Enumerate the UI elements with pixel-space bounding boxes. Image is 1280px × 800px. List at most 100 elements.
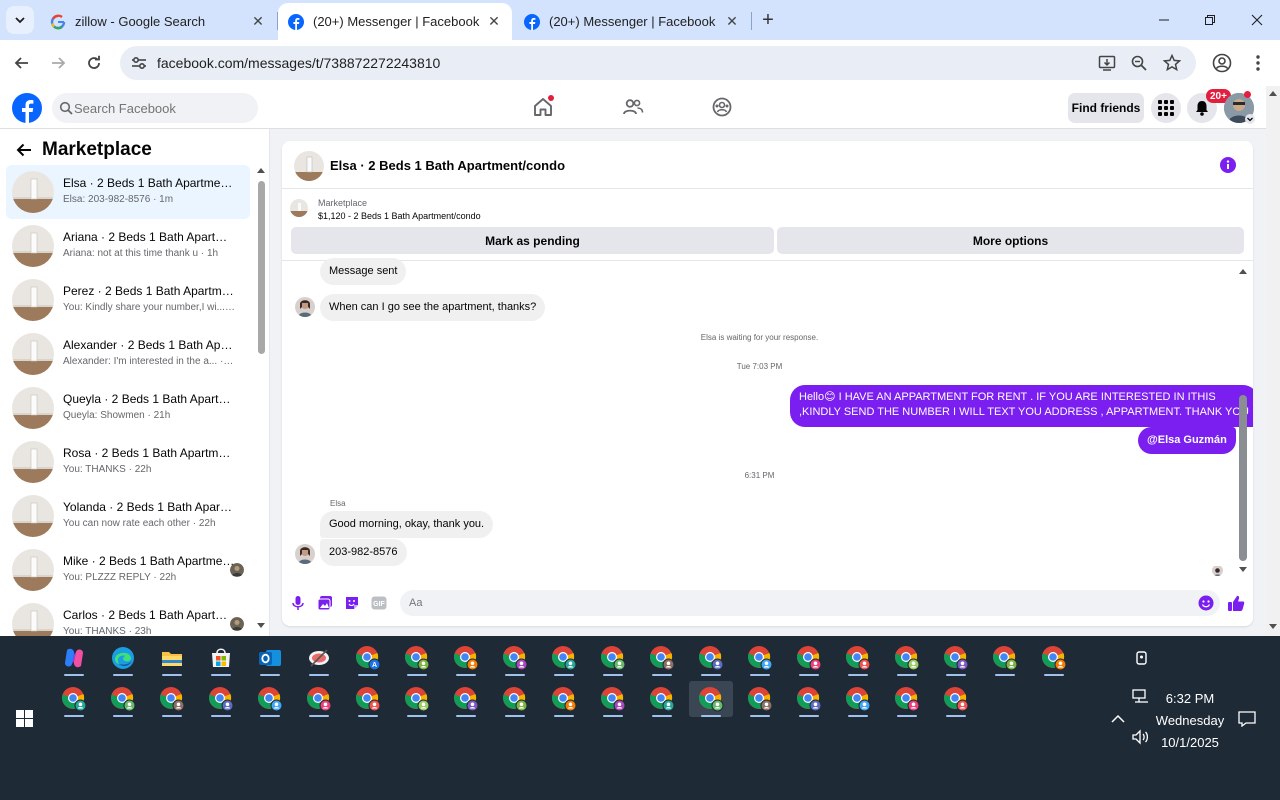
taskbar-app-button[interactable] (640, 640, 684, 676)
friends-nav[interactable] (621, 95, 645, 119)
scroll-up-icon[interactable] (1269, 90, 1277, 96)
address-bar[interactable]: facebook.com/messages/t/738872272243810 (120, 46, 1196, 80)
scroll-down-icon[interactable] (1239, 567, 1247, 573)
conversation-item[interactable]: Elsa · 2 Beds 1 Bath Apartment/condo Elsa… (6, 165, 250, 219)
forward-button[interactable] (44, 49, 72, 77)
conversation-item[interactable]: Queyla · 2 Beds 1 Bath Apartment/condo Qu… (6, 381, 250, 435)
close-tab-icon[interactable]: ✕ (486, 13, 502, 30)
gif-button[interactable]: GIF (369, 593, 389, 613)
conversation-item[interactable]: Perez · 2 Beds 1 Bath Apartment/condo You… (6, 273, 250, 327)
taskbar-app-button[interactable] (395, 681, 439, 717)
taskbar-app-button[interactable] (885, 640, 929, 676)
taskbar-app-button[interactable] (542, 640, 586, 676)
conversation-item[interactable]: Yolanda · 2 Beds 1 Bath Apartment/condo Y… (6, 489, 250, 543)
close-window-button[interactable] (1234, 0, 1280, 40)
menu-button[interactable] (1151, 93, 1181, 123)
chat-title[interactable]: Elsa · 2 Beds 1 Bath Apartment/condo (330, 158, 565, 173)
taskbar-app-button[interactable] (1032, 640, 1076, 676)
search-input[interactable] (74, 93, 254, 123)
taskbar-app-button[interactable] (885, 681, 929, 717)
taskbar-app-button[interactable] (542, 681, 586, 717)
taskbar-app-button[interactable] (787, 640, 831, 676)
tab-search-button[interactable] (6, 6, 34, 34)
conversation-item[interactable]: Ariana · 2 Beds 1 Bath Apartment/condo Ar… (6, 219, 250, 273)
reload-button[interactable] (80, 49, 108, 77)
sidebar-scrollbar[interactable] (256, 167, 266, 629)
listing-description[interactable]: $1,120 - 2 Beds 1 Bath Apartment/condo (318, 211, 481, 221)
scroll-down-icon[interactable] (257, 623, 265, 629)
taskbar-app-button[interactable] (836, 640, 880, 676)
taskbar-app-button[interactable] (444, 640, 488, 676)
network-icon[interactable] (1131, 687, 1151, 707)
taskbar-app-button[interactable] (738, 640, 782, 676)
taskbar-app-button[interactable] (689, 640, 733, 676)
volume-icon[interactable] (1131, 727, 1151, 747)
taskbar-app-button[interactable] (738, 681, 782, 717)
incoming-message[interactable]: When can I go see the apartment, thanks? (320, 294, 546, 321)
taskbar-app-button[interactable] (591, 640, 635, 676)
new-tab-button[interactable]: + (756, 8, 780, 32)
profile-icon[interactable] (1211, 52, 1233, 74)
taskbar-app-button[interactable] (101, 640, 145, 676)
scroll-thumb[interactable] (1239, 395, 1247, 561)
taskbar-app-button[interactable] (591, 681, 635, 717)
attach-media-button[interactable] (315, 593, 335, 613)
chat-avatar[interactable] (294, 151, 324, 181)
tab-zillow-search[interactable]: zillow - Google Search ✕ (40, 3, 276, 40)
taskbar-app-button[interactable] (150, 640, 194, 676)
scroll-thumb[interactable] (258, 181, 265, 354)
taskbar-app-button[interactable] (199, 640, 243, 676)
facebook-logo-icon[interactable] (12, 93, 42, 123)
taskbar-app-button[interactable] (395, 640, 439, 676)
taskbar-app-button[interactable] (248, 640, 292, 676)
taskbar-app-button[interactable] (346, 681, 390, 717)
taskbar-app-button[interactable] (52, 640, 96, 676)
message-input-box[interactable] (400, 590, 1220, 616)
scroll-up-icon[interactable] (1239, 268, 1247, 274)
back-arrow-button[interactable] (14, 140, 34, 160)
taskbar-app-button[interactable] (493, 640, 537, 676)
chrome-menu-icon[interactable] (1247, 52, 1269, 74)
taskbar-app-button[interactable] (787, 681, 831, 717)
taskbar-app-button[interactable] (101, 681, 145, 717)
taskbar-app-button[interactable] (52, 681, 96, 717)
bookmark-star-icon[interactable] (1163, 54, 1181, 72)
incoming-message[interactable]: 203-982-8576 (320, 539, 407, 566)
taskbar-app-button[interactable] (640, 681, 684, 717)
like-button[interactable] (1226, 593, 1246, 613)
close-tab-icon[interactable]: ✕ (250, 13, 266, 30)
taskbar-app-button[interactable] (297, 640, 341, 676)
scroll-down-icon[interactable] (1269, 624, 1277, 630)
page-scrollbar[interactable] (1266, 86, 1280, 636)
show-hidden-icons[interactable] (1108, 709, 1128, 729)
taskbar-app-button[interactable] (248, 681, 292, 717)
zoom-icon[interactable] (1130, 54, 1148, 72)
conversation-item[interactable]: Mike · 2 Beds 1 Bath Apartment/condo You:… (6, 543, 250, 597)
taskbar-app-button[interactable] (493, 681, 537, 717)
windows-start-icon[interactable] (16, 710, 33, 727)
tab-messenger[interactable]: (20+) Messenger | Facebook ✕ (514, 3, 750, 40)
taskbar-clock[interactable]: 6:32 PM Wednesday 10/1/2025 (1150, 688, 1230, 754)
conversation-item[interactable]: Rosa · 2 Beds 1 Bath Apartment/condo You:… (6, 435, 250, 489)
outgoing-message[interactable]: Hello😊 I HAVE AN APPARTMENT FOR RENT . I… (790, 385, 1253, 427)
conversation-item[interactable]: Alexander · 2 Beds 1 Bath Apartment/cond… (6, 327, 250, 381)
sender-avatar[interactable] (295, 297, 315, 317)
install-app-icon[interactable] (1098, 54, 1116, 72)
incoming-message[interactable]: Good morning, okay, thank you. (320, 511, 494, 538)
taskbar-app-button[interactable] (199, 681, 243, 717)
taskbar-app-button[interactable] (836, 681, 880, 717)
emoji-icon[interactable] (1198, 595, 1214, 611)
facebook-search[interactable] (52, 93, 258, 123)
notification-center-icon[interactable] (1237, 709, 1257, 729)
conversation-item[interactable]: Carlos · 2 Beds 1 Bath Apartment/condo Yo… (6, 597, 250, 636)
taskbar-app-button[interactable] (934, 681, 978, 717)
outgoing-mention[interactable]: @Elsa Guzmán (1138, 427, 1236, 454)
find-friends-button[interactable]: Find friends (1068, 93, 1144, 123)
more-options-button[interactable]: More options (777, 227, 1244, 254)
restore-button[interactable] (1187, 0, 1233, 40)
meet-now-icon[interactable] (1132, 648, 1152, 668)
site-settings-icon[interactable] (130, 54, 148, 72)
sender-avatar[interactable] (295, 544, 315, 564)
taskbar-app-button[interactable] (689, 681, 733, 717)
scroll-up-icon[interactable] (257, 167, 265, 173)
